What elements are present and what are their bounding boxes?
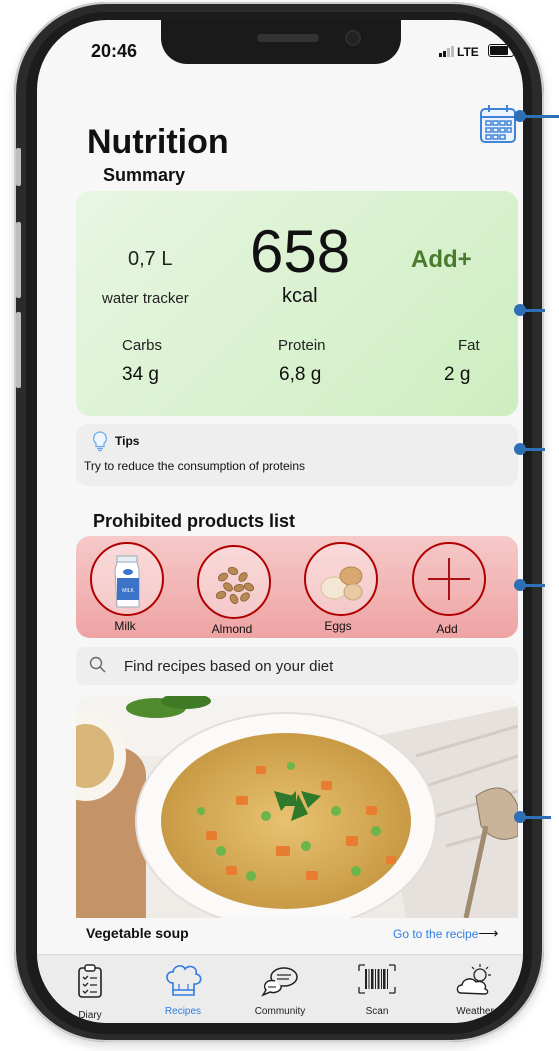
callout-marker	[514, 811, 526, 823]
product-almond[interactable]	[197, 545, 271, 619]
macro-carbs-value: 34 g	[122, 364, 159, 385]
weather-icon	[456, 964, 491, 995]
chat-bubbles-icon	[261, 967, 298, 997]
battery-icon	[488, 44, 514, 57]
add-product-button[interactable]	[412, 542, 486, 616]
tab-diary-label: Diary	[78, 1010, 102, 1021]
phone-side-button	[16, 148, 21, 186]
callout-marker	[514, 304, 526, 316]
tips-card[interactable]: Tips Try to reduce the consumption of pr…	[76, 424, 518, 486]
recipe-image[interactable]	[76, 696, 518, 918]
search-icon	[88, 655, 108, 675]
callout-marker	[521, 115, 559, 118]
phone-side-button	[16, 222, 21, 298]
clipboard-icon	[78, 964, 102, 998]
add-product-label: Add	[436, 622, 458, 636]
recipe-search[interactable]: Find recipes based on your diet	[76, 647, 518, 685]
macro-protein-value: 6,8 g	[279, 364, 322, 385]
tab-scan-label: Scan	[365, 1006, 389, 1017]
page-title: Nutrition	[87, 123, 229, 161]
prohibited-card: MILK Milk Almond Eggs Add	[76, 536, 518, 638]
tips-text: Try to reduce the consumption of protein…	[84, 459, 306, 473]
signal-icon	[439, 46, 455, 57]
chef-hat-icon	[166, 965, 202, 996]
callout-marker	[514, 579, 526, 591]
water-label: water tracker	[102, 290, 189, 307]
phone-screen: 20:46 LTE Nutrition Summary 0,7 L water …	[37, 20, 523, 1023]
eggs-icon	[320, 566, 363, 601]
milk-carton-icon: MILK	[114, 555, 140, 608]
svg-text:MILK: MILK	[122, 588, 134, 594]
tab-bar: Diary Recipes Community Scan Weather	[37, 954, 523, 1023]
macro-protein-label: Protein	[278, 337, 326, 354]
callout-marker	[514, 110, 526, 122]
almond-icon	[215, 566, 255, 605]
summary-card: 0,7 L water tracker 658 kcal Add+ Carbs …	[76, 191, 518, 416]
speaker	[257, 34, 319, 42]
tab-scan[interactable]: Scan	[342, 963, 412, 1017]
front-camera	[347, 32, 359, 44]
summary-heading: Summary	[103, 165, 186, 185]
product-eggs[interactable]	[304, 542, 378, 616]
calories-unit: kcal	[282, 285, 318, 307]
macro-carbs-label: Carbs	[122, 337, 163, 354]
add-calories-button[interactable]: Add+	[411, 246, 472, 274]
recipe-name: Vegetable soup	[86, 925, 189, 941]
go-to-recipe-link[interactable]: Go to the recipe⟶	[393, 925, 498, 942]
calories-value: 658	[250, 218, 351, 285]
water-value[interactable]: 0,7 L	[128, 248, 172, 271]
prohibited-heading: Prohibited products list	[93, 511, 296, 531]
tab-recipes-label: Recipes	[164, 1006, 202, 1017]
status-time: 20:46	[91, 41, 138, 61]
search-input[interactable]: Find recipes based on your diet	[124, 658, 333, 675]
macro-fat-value: 2 g	[444, 364, 471, 385]
tips-title: Tips	[115, 434, 140, 448]
phone-side-button	[16, 312, 21, 388]
lightbulb-icon	[90, 430, 110, 452]
barcode-icon	[358, 964, 396, 994]
product-milk[interactable]: MILK	[90, 542, 164, 616]
product-almond-label: Almond	[211, 622, 253, 636]
macro-fat-label: Fat	[458, 337, 480, 354]
tab-weather-label: Weather	[456, 1006, 494, 1017]
calendar-icon[interactable]	[478, 102, 518, 146]
tab-community-label: Community	[254, 1006, 306, 1017]
go-to-recipe-label: Go to the recipe	[393, 927, 479, 941]
tab-recipes[interactable]: Recipes	[148, 963, 218, 1017]
arrow-right-icon: ⟶	[478, 925, 499, 941]
tab-diary[interactable]: Diary	[55, 963, 125, 1021]
product-eggs-label: Eggs	[324, 619, 352, 633]
callout-marker	[514, 443, 526, 455]
network-label: LTE	[457, 45, 479, 59]
notch	[161, 20, 401, 64]
product-milk-label: Milk	[114, 619, 136, 633]
tab-weather[interactable]: Weather	[440, 963, 510, 1017]
tab-community[interactable]: Community	[245, 963, 315, 1017]
plus-icon	[428, 558, 470, 600]
